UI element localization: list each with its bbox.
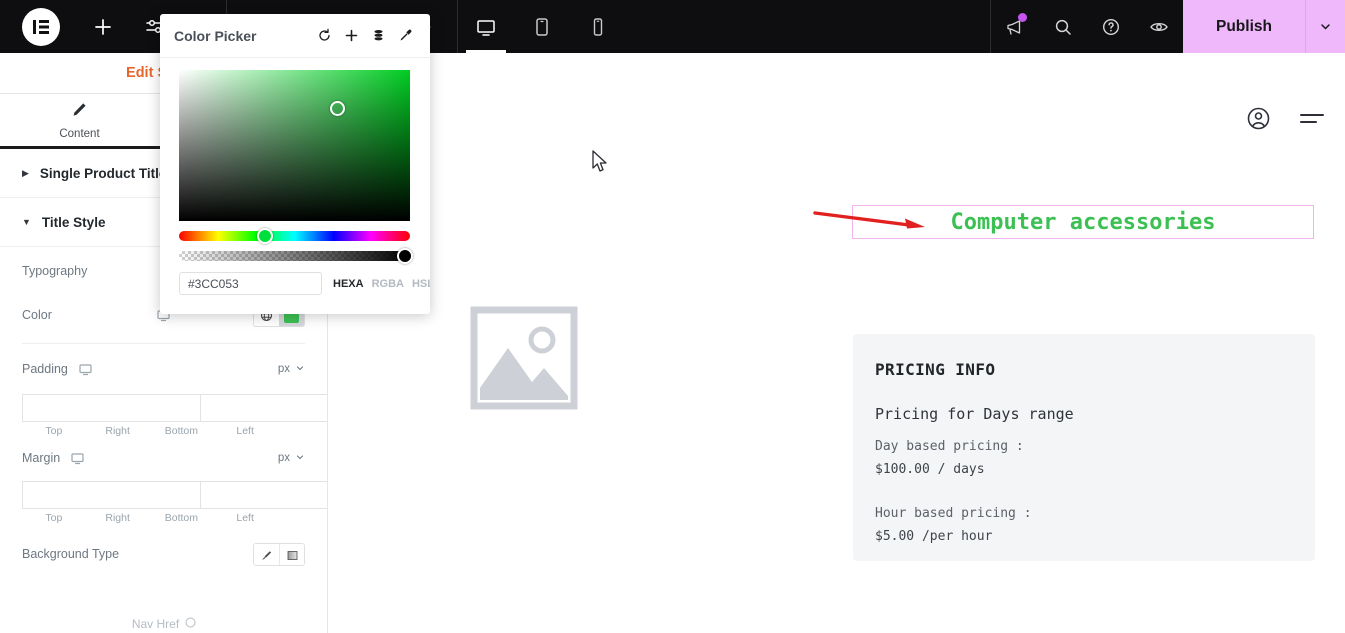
eyedropper-icon[interactable]: [394, 24, 416, 47]
plus-icon[interactable]: [90, 14, 116, 40]
margin-bottom-label: Bottom: [164, 512, 198, 524]
product-title-widget[interactable]: Computer accessories: [852, 205, 1314, 239]
gradient-icon[interactable]: [279, 543, 304, 565]
chevron-down-icon: [295, 363, 305, 376]
account-icon[interactable]: [1246, 106, 1271, 136]
pricing-info-subheading: Pricing for Days range: [875, 405, 1074, 423]
device-tablet-button[interactable]: [514, 0, 570, 53]
pencil-icon: [71, 101, 88, 123]
hex-input[interactable]: [179, 272, 322, 295]
pricing-hour-label: Hour based pricing :: [875, 505, 1032, 521]
top-bar-actions: Publish: [991, 0, 1345, 53]
margin-unit-select[interactable]: px: [278, 452, 305, 465]
padding-bottom-label: Bottom: [164, 425, 198, 437]
typography-label: Typography: [22, 264, 88, 278]
pricing-day-value: $100.00 / days: [875, 462, 985, 478]
pricing-info-heading: PRICING INFO: [875, 360, 996, 379]
color-mode-hsla[interactable]: HSLA: [412, 278, 430, 290]
desktop-icon[interactable]: [70, 451, 85, 466]
background-type-label: Background Type: [22, 547, 120, 561]
color-label: Color: [22, 308, 52, 322]
padding-unit-select[interactable]: px: [278, 363, 305, 376]
caret-down-icon: ▼: [22, 216, 31, 227]
padding-top-label: Top: [45, 425, 63, 437]
margin-right-label: Right: [105, 512, 130, 524]
partial-bottom-label: Nav Href: [131, 617, 180, 631]
search-icon[interactable]: [1039, 0, 1087, 53]
hamburger-menu-icon[interactable]: [1299, 109, 1325, 134]
chevron-down-icon: [295, 452, 305, 465]
control-margin-header: Margin px: [0, 441, 327, 475]
padding-top-input[interactable]: [22, 394, 200, 422]
saturation-handle[interactable]: [330, 101, 345, 116]
padding-left-label: Left: [236, 425, 254, 437]
preview-eye-icon[interactable]: [1135, 0, 1183, 53]
padding-right-label: Right: [105, 425, 130, 437]
section-single-product-title-label: Single Product Title: [39, 165, 167, 181]
image-placeholder-icon: [470, 304, 578, 412]
color-picker-tools: [313, 24, 416, 47]
padding-label: Padding: [22, 362, 68, 376]
color-picker-popover: Color Picker #3CC053 HEXA RGBA HS: [160, 14, 430, 314]
hue-handle[interactable]: [257, 228, 273, 244]
desktop-icon[interactable]: [78, 362, 93, 377]
color-mode-tabs: HEXA RGBA HSLA: [333, 278, 430, 290]
control-background-type: Background Type: [0, 530, 327, 578]
device-desktop-button[interactable]: [458, 0, 514, 53]
swatches-icon[interactable]: [367, 24, 389, 47]
reset-icon[interactable]: [313, 24, 335, 47]
product-title: Computer accessories: [950, 209, 1216, 235]
color-mode-hexa[interactable]: HEXA: [333, 278, 364, 290]
padding-inputs: [22, 394, 327, 422]
control-padding-header: Padding px: [0, 350, 327, 388]
padding-right-input[interactable]: [200, 394, 327, 422]
color-picker-footer: HEXA RGBA HSLA: [179, 272, 430, 295]
add-icon[interactable]: [340, 24, 362, 47]
device-preview-switcher: [458, 0, 626, 53]
color-picker-title: Color Picker: [174, 27, 257, 44]
alpha-handle[interactable]: [397, 248, 413, 264]
page-canvas: Computer accessories $100.00/DAY PRICING…: [328, 53, 1345, 633]
pricing-info-box: PRICING INFO Pricing for Days range Day …: [853, 334, 1315, 561]
section-title-style-label: Title Style: [41, 214, 106, 230]
pricing-day-label: Day based pricing :: [875, 439, 1024, 454]
site-header: [328, 53, 1345, 178]
tab-content[interactable]: Content: [0, 94, 159, 146]
padding-unit-label: px: [277, 363, 290, 375]
tab-content-label: Content: [59, 127, 100, 140]
margin-top-label: Top: [45, 512, 63, 524]
margin-labels: Top Right Bottom Left: [22, 512, 305, 524]
info-icon: [185, 617, 196, 631]
margin-left-label: Left: [236, 512, 254, 524]
pricing-hour-value: $5.00 /per hour: [875, 529, 993, 545]
caret-right-icon: ▶: [22, 167, 29, 178]
elementor-logo-icon[interactable]: [22, 7, 60, 46]
color-mode-rgba[interactable]: RGBA: [372, 278, 404, 290]
margin-right-input[interactable]: [200, 481, 327, 509]
margin-top-input[interactable]: [22, 481, 200, 509]
publish-button[interactable]: Publish: [1183, 0, 1305, 53]
margin-inputs: [22, 481, 327, 509]
background-type-options: [253, 542, 305, 566]
padding-labels: Top Right Bottom Left: [22, 425, 305, 437]
publish-options-caret-icon[interactable]: [1305, 0, 1345, 53]
alpha-slider[interactable]: [179, 248, 413, 264]
control-partial-bottom: Nav Href: [0, 615, 327, 633]
color-picker-body: HEXA RGBA HSLA: [160, 58, 430, 295]
site-header-icons: [1246, 106, 1325, 136]
elementor-editor: single product pa...: [0, 0, 1345, 633]
hue-slider[interactable]: [179, 228, 410, 244]
brush-icon[interactable]: [254, 543, 279, 565]
saturation-value-area[interactable]: [179, 70, 410, 221]
whats-new-icon[interactable]: [991, 0, 1039, 53]
margin-label: Margin: [22, 451, 61, 465]
color-picker-header: Color Picker: [160, 14, 430, 58]
help-icon[interactable]: [1087, 0, 1135, 53]
notification-badge: [1018, 13, 1027, 22]
device-mobile-button[interactable]: [570, 0, 626, 53]
product-price: $100.00/DAY: [1180, 261, 1345, 277]
margin-unit-label: px: [277, 452, 290, 464]
control-divider: [22, 343, 305, 344]
